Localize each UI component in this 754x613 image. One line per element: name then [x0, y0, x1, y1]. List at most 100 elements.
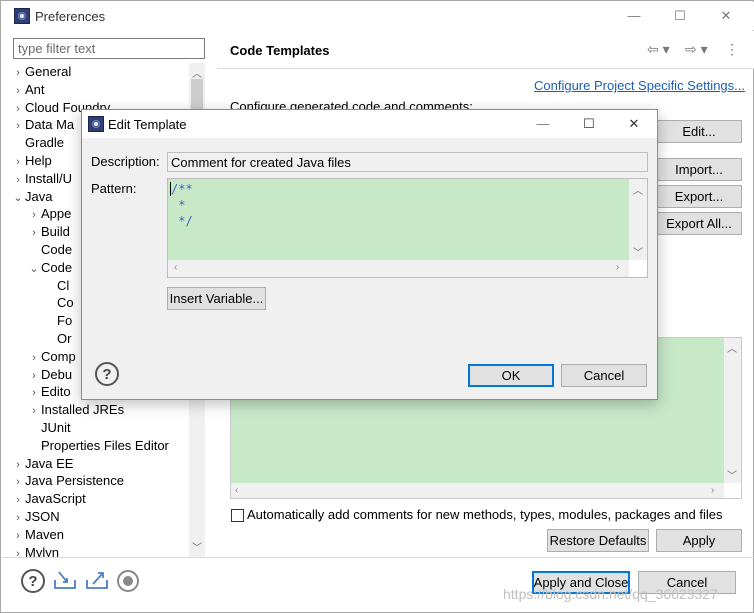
maximize-icon[interactable]: ☐: [660, 2, 700, 30]
expand-chevron-icon[interactable]: ›: [11, 171, 25, 189]
edit-button[interactable]: Edit...: [656, 120, 742, 143]
tree-item[interactable]: › Build: [27, 223, 70, 241]
expand-chevron-icon[interactable]: ›: [27, 349, 41, 367]
tree-item[interactable]: › Edito: [27, 383, 70, 402]
export-preferences-icon[interactable]: [85, 570, 109, 590]
tree-item[interactable]: Fo: [43, 312, 72, 330]
export-button-label: Export...: [674, 189, 724, 204]
expand-chevron-icon[interactable]: ›: [27, 384, 41, 402]
tree-item[interactable]: JUnit: [27, 419, 71, 437]
scroll-down-icon[interactable]: ﹀: [189, 539, 205, 554]
export-button[interactable]: Export...: [656, 185, 742, 208]
tree-item[interactable]: ⌄ Java: [11, 188, 52, 206]
close-icon[interactable]: ✕: [706, 2, 746, 30]
tree-item[interactable]: › Mylyn: [11, 544, 59, 557]
expand-chevron-icon[interactable]: ›: [27, 224, 41, 242]
expand-chevron-icon[interactable]: ›: [27, 402, 41, 420]
scroll-up-icon[interactable]: ︿: [189, 65, 205, 80]
preview-vscroll[interactable]: [724, 338, 741, 483]
tree-item[interactable]: › Install/U: [11, 170, 72, 188]
expand-chevron-icon[interactable]: ›: [11, 509, 25, 527]
pattern-line: /**: [171, 182, 193, 196]
tree-item[interactable]: › Data Ma: [11, 116, 74, 134]
tree-item[interactable]: › Ant: [11, 81, 44, 100]
preview-hscroll[interactable]: [231, 483, 724, 498]
preview-scroll-left-icon[interactable]: ‹: [235, 485, 238, 496]
back-arrow-icon[interactable]: ⇦ ▾: [647, 41, 670, 58]
tree-item[interactable]: › Java Persistence: [11, 472, 124, 490]
import-button[interactable]: Import...: [656, 158, 742, 181]
tree-item[interactable]: Gradle: [11, 134, 64, 152]
pattern-hscroll[interactable]: [168, 260, 629, 277]
expand-chevron-icon[interactable]: ›: [11, 82, 25, 100]
tree-item[interactable]: › Appe: [27, 205, 71, 223]
dialog-help-icon[interactable]: ?: [95, 362, 119, 386]
apply-button[interactable]: Apply: [656, 529, 742, 552]
preview-scroll-down-icon[interactable]: ﹀: [724, 467, 740, 482]
pattern-scroll-down-icon[interactable]: ﹀: [630, 244, 646, 259]
pattern-scroll-right-icon[interactable]: ›: [616, 262, 619, 273]
tree-item[interactable]: › Maven: [11, 526, 64, 544]
record-icon[interactable]: [117, 570, 139, 592]
tree-item-label: Build: [41, 224, 70, 240]
preview-scroll-right-icon[interactable]: ›: [711, 485, 714, 496]
expand-chevron-icon[interactable]: ›: [11, 64, 25, 82]
dialog-cancel-button[interactable]: Cancel: [561, 364, 647, 387]
forward-arrow-icon[interactable]: ⇨ ▾: [685, 41, 708, 58]
expand-chevron-icon[interactable]: ›: [11, 117, 25, 135]
tree-item[interactable]: Properties Files Editor: [27, 437, 169, 455]
dialog-titlebar[interactable]: Edit Template — ☐ ✕: [82, 110, 657, 138]
tree-item[interactable]: › Java EE: [11, 455, 73, 473]
expand-chevron-icon[interactable]: ›: [11, 456, 25, 474]
pattern-scroll-up-icon[interactable]: ︿: [630, 182, 646, 197]
tree-item[interactable]: › General: [11, 63, 71, 81]
tree-item[interactable]: ⌄ Code: [27, 259, 72, 277]
dialog-cancel-label: Cancel: [583, 368, 625, 383]
expand-chevron-icon[interactable]: ›: [11, 473, 25, 491]
tree-item[interactable]: Or: [43, 330, 71, 348]
configure-project-link[interactable]: Configure Project Specific Settings...: [534, 78, 745, 93]
tree-item[interactable]: › Installed JREs: [27, 401, 124, 419]
minimize-icon[interactable]: —: [614, 2, 654, 30]
tree-item-label: Co: [57, 295, 74, 311]
help-icon[interactable]: ?: [21, 569, 45, 593]
import-preferences-icon[interactable]: [53, 570, 77, 590]
expand-chevron-icon[interactable]: ›: [11, 545, 25, 557]
pattern-textarea[interactable]: /** * */: [168, 179, 629, 260]
insert-variable-button[interactable]: Insert Variable...: [167, 287, 266, 310]
expand-chevron-icon[interactable]: ›: [11, 527, 25, 545]
auto-comment-checkbox[interactable]: [231, 509, 244, 522]
pattern-scroll-left-icon[interactable]: ‹: [174, 262, 177, 273]
ok-button[interactable]: OK: [468, 364, 554, 387]
dialog-maximize-icon[interactable]: ☐: [569, 110, 609, 138]
pattern-label: Pattern:: [91, 181, 137, 196]
expand-chevron-icon[interactable]: ›: [11, 153, 25, 171]
tree-item[interactable]: › Debu: [27, 366, 72, 384]
tree-item-label: Comp: [41, 348, 76, 364]
tree-item[interactable]: › Help: [11, 152, 52, 170]
description-field[interactable]: Comment for created Java files: [167, 152, 648, 172]
tree-item[interactable]: Cl: [43, 277, 69, 295]
tree-item[interactable]: › JavaScript: [11, 490, 86, 508]
apply-button-label: Apply: [682, 533, 716, 548]
export-all-button[interactable]: Export All...: [656, 212, 742, 235]
collapse-chevron-icon[interactable]: ⌄: [27, 260, 41, 278]
expand-chevron-icon[interactable]: ›: [11, 100, 25, 118]
filter-input[interactable]: [13, 38, 205, 59]
dialog-minimize-icon[interactable]: —: [523, 110, 563, 138]
window-title: Preferences: [35, 9, 106, 24]
dialog-close-icon[interactable]: ✕: [614, 110, 654, 138]
tree-item[interactable]: Co: [43, 294, 74, 312]
view-menu-icon[interactable]: ⋮: [725, 41, 739, 58]
expand-chevron-icon[interactable]: ›: [27, 367, 41, 385]
tree-item[interactable]: › JSON: [11, 508, 60, 526]
collapse-chevron-icon[interactable]: ⌄: [11, 189, 25, 207]
tree-item[interactable]: › Comp: [27, 348, 76, 366]
tree-item[interactable]: Code: [27, 241, 72, 259]
tree-item-label: General: [25, 64, 72, 79]
expand-chevron-icon[interactable]: ›: [27, 206, 41, 224]
expand-chevron-icon[interactable]: ›: [11, 491, 25, 509]
window-titlebar[interactable]: Preferences — ☐ ✕: [2, 2, 754, 30]
preview-scroll-up-icon[interactable]: ︿: [724, 340, 740, 355]
restore-defaults-button[interactable]: Restore Defaults: [547, 529, 649, 552]
